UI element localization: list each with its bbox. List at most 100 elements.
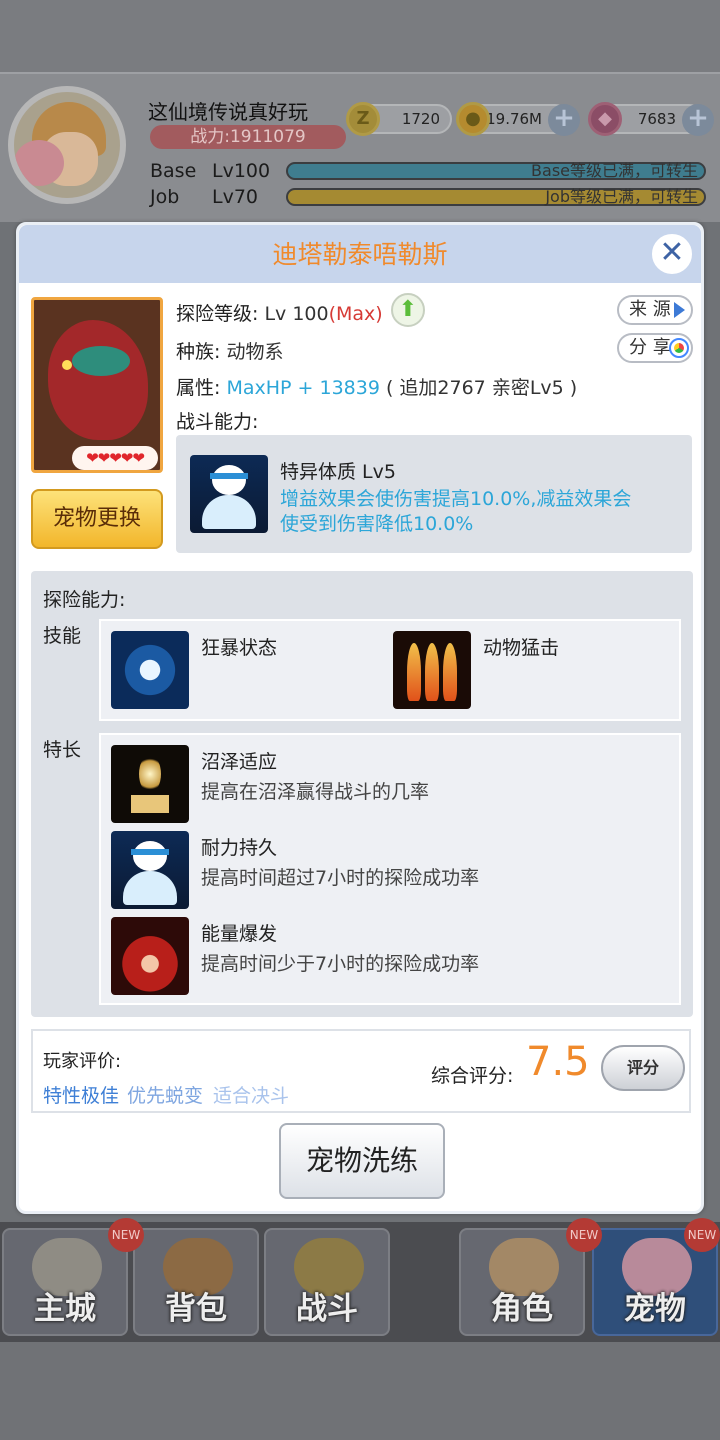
monk-body — [202, 495, 256, 529]
top-status-area — [0, 0, 720, 72]
claw-2 — [425, 643, 439, 701]
nav-label-character: 角色 — [491, 1291, 553, 1327]
endurance-specialty-icon[interactable] — [111, 831, 189, 909]
new-badge-main-city: NEW — [108, 1218, 144, 1252]
battle-ability-panel: 特异体质 Lv5 增益效果会使伤害提高10.0%,减益效果会 使受到伤害降低10… — [176, 435, 692, 553]
share-button[interactable]: 分 享 — [617, 333, 693, 363]
gold-value: 19.76M — [486, 110, 542, 128]
dragon-body — [48, 320, 148, 440]
specialty-panel: 沼泽适应 提高在沼泽赢得战斗的几率 耐力持久 提高时间超过7小时的探险成功率 能… — [99, 733, 681, 1005]
dragon-eye — [62, 360, 72, 370]
attribute-row: 属性: MaxHP + 13839 ( 追加2767 亲密Lv5 ) — [176, 373, 577, 400]
nav-label-main-city: 主城 — [34, 1291, 96, 1327]
change-pet-button[interactable]: 宠物更换 — [31, 489, 163, 549]
swamp-specialty-icon[interactable] — [111, 745, 189, 823]
review-tag-1: 特性极佳 — [43, 1085, 120, 1107]
attribute-bonus: ( 追加2767 亲密Lv5 ) — [385, 377, 578, 399]
monk-ability-icon[interactable] — [190, 455, 268, 533]
score-label: 综合评分: — [431, 1065, 514, 1087]
job-label: Job — [150, 186, 180, 208]
berserk-skill-icon[interactable] — [111, 631, 189, 709]
swamp-glow — [139, 755, 161, 793]
specialty-name-2: 耐力持久 — [201, 837, 278, 859]
nav-character[interactable]: 角色 — [459, 1228, 585, 1336]
battle-ability-label: 战斗能力: — [176, 411, 259, 433]
rate-button[interactable]: 评分 — [601, 1045, 685, 1091]
gem-value: 7683 — [637, 110, 676, 128]
zeny-value: 1720 — [401, 110, 440, 128]
battle-ability-name: 特异体质 Lv5 — [280, 461, 396, 483]
explore-level-value: Lv 100 — [264, 303, 329, 325]
skills-panel: 狂暴状态 动物猛击 — [99, 619, 681, 721]
energy-burst-specialty-icon[interactable] — [111, 917, 189, 995]
pet-refine-button[interactable]: 宠物洗练 — [279, 1123, 445, 1199]
monk-head-2 — [133, 841, 167, 871]
job-exp-bar: Job等级已满，可转生 — [286, 188, 706, 206]
base-exp-bar: Base等级已满，可转生 — [286, 162, 706, 180]
nav-label-backpack: 背包 — [165, 1291, 227, 1327]
gem-icon: ◆ — [588, 102, 622, 136]
review-label: 玩家评价: — [43, 1051, 122, 1072]
skills-label: 技能 — [43, 625, 82, 647]
gold-icon: ● — [456, 102, 490, 136]
specialty-name-3: 能量爆发 — [201, 923, 278, 945]
close-icon: ✕ — [659, 235, 685, 270]
skill-name-2: 动物猛击 — [483, 637, 560, 659]
level-up-arrow-icon[interactable]: ⬆ — [391, 293, 425, 327]
gem-counter: ◆ 7683 + — [588, 102, 714, 136]
intimacy-hearts: ❤❤❤❤❤ — [72, 446, 158, 470]
monk-head — [212, 465, 246, 495]
review-tag-3: 适合决斗 — [213, 1085, 290, 1107]
race-label: 种族: — [176, 341, 221, 363]
pet-detail-dialog: 迪塔勒泰唔勒斯 ✕ ❤❤❤❤❤ 宠物更换 探险等级: Lv 100(Max) ⬆… — [16, 222, 704, 1214]
player-avatar[interactable] — [8, 86, 126, 204]
race-value: 动物系 — [226, 341, 284, 363]
browser-icon — [669, 338, 689, 358]
race-row: 种族: 动物系 — [176, 337, 283, 364]
nav-main-city[interactable]: 主城 — [2, 1228, 128, 1336]
attribute-value: MaxHP + 13839 — [226, 377, 380, 399]
dragon-crest — [72, 346, 130, 376]
specialty-label: 特长 — [43, 739, 82, 761]
battle-ability-desc-1: 增益效果会使伤害提高10.0%,减益效果会 — [280, 488, 632, 510]
explore-level-max: (Max) — [328, 303, 383, 325]
pet-portrait: ❤❤❤❤❤ — [31, 297, 163, 473]
play-arrow-icon — [674, 302, 685, 318]
nav-label-battle: 战斗 — [296, 1291, 358, 1327]
nav-battle[interactable]: 战斗 — [264, 1228, 390, 1336]
claw-3 — [443, 643, 457, 701]
specialty-desc-1: 提高在沼泽赢得战斗的几率 — [201, 781, 430, 803]
pet-name-title: 迪塔勒泰唔勒斯 — [272, 240, 448, 269]
base-level: Lv100 — [212, 160, 271, 182]
review-tag-2: 优先蜕变 — [127, 1085, 204, 1107]
monk-body-2 — [123, 871, 177, 905]
monk-headband-2 — [131, 849, 169, 855]
specialty-desc-2: 提高时间超过7小时的探险成功率 — [201, 867, 480, 889]
explore-ability-panel: 探险能力: 技能 狂暴状态 动物猛击 特长 沼泽适应 提高在沼泽赢得战斗的几率 — [31, 571, 693, 1017]
nav-backpack[interactable]: 背包 — [133, 1228, 259, 1336]
source-button[interactable]: 来 源 — [617, 295, 693, 325]
new-badge-pet: NEW — [684, 1218, 720, 1252]
monk-headband — [210, 473, 248, 479]
explore-level-label: 探险等级: — [176, 303, 259, 325]
zeny-counter: Z 1720 — [346, 102, 452, 136]
explore-ability-label: 探险能力: — [43, 589, 126, 611]
base-label: Base — [150, 160, 197, 182]
battle-ability-desc-2: 使受到伤害降低10.0% — [280, 513, 474, 535]
specialty-name-1: 沼泽适应 — [201, 751, 278, 773]
avatar-pet-icon — [14, 140, 64, 186]
close-button[interactable]: ✕ — [649, 231, 695, 277]
overall-score: 7.5 — [526, 1039, 590, 1085]
claw-strike-skill-icon[interactable] — [393, 631, 471, 709]
combat-power: 战力:1911079 — [150, 125, 346, 149]
gold-counter: ● 19.76M + — [456, 102, 580, 136]
footer-area — [0, 1342, 720, 1440]
zeny-coin-icon: Z — [346, 102, 380, 136]
new-badge-character: NEW — [566, 1218, 602, 1252]
swamp-ground — [131, 795, 169, 813]
attribute-label: 属性: — [176, 377, 221, 399]
nav-label-pet: 宠物 — [624, 1291, 686, 1327]
gem-plus-button[interactable]: + — [682, 104, 714, 136]
gold-plus-button[interactable]: + — [548, 104, 580, 136]
claw-1 — [407, 643, 421, 701]
